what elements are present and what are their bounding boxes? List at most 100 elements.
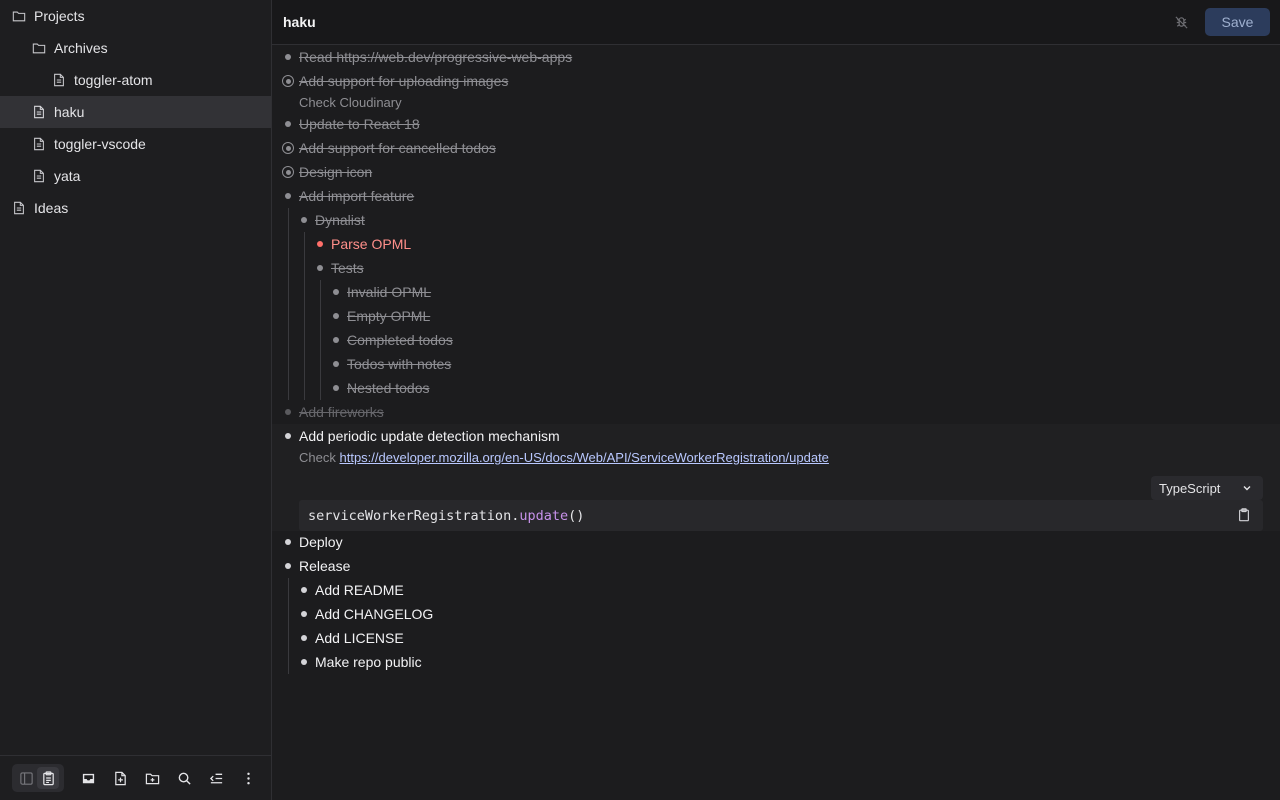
outdent-list-icon[interactable] <box>200 762 232 794</box>
tree-item-archives[interactable]: Archives <box>0 32 271 64</box>
todo-note: Check https://developer.mozilla.org/en-U… <box>299 450 829 465</box>
save-button[interactable]: Save <box>1205 8 1270 36</box>
todo-text: Add README <box>315 582 404 598</box>
file-tree: Projects Archives toggler-atom haku togg… <box>0 0 271 224</box>
todo-text: Read https://web.dev/progressive-web-app… <box>299 49 573 65</box>
todo-item[interactable]: Add support for uploading images <box>272 69 1280 93</box>
todo-item[interactable]: Read https://web.dev/progressive-web-app… <box>272 45 1280 69</box>
todo-text: Add CHANGELOG <box>315 606 434 622</box>
todo-item[interactable]: Nested todos <box>272 376 1280 400</box>
bullet-icon <box>301 217 307 223</box>
todo-text: Make repo public <box>315 654 422 670</box>
search-icon[interactable] <box>168 762 200 794</box>
tree-item-label: Projects <box>34 8 85 24</box>
todo-item[interactable]: Deploy <box>272 530 1280 554</box>
document-icon <box>32 137 46 151</box>
bullet-icon <box>285 539 291 545</box>
todo-item[interactable]: Add support for cancelled todos <box>272 136 1280 160</box>
more-vertical-icon[interactable] <box>232 762 264 794</box>
chevron-down-icon <box>1243 486 1251 491</box>
bullet-icon <box>285 54 291 60</box>
todo-text: Add import feature <box>299 188 415 204</box>
sidebar: Projects Archives toggler-atom haku togg… <box>0 0 272 800</box>
bullet-icon <box>333 313 339 319</box>
todo-item[interactable]: Update to React 18 <box>272 112 1280 136</box>
bullet-icon <box>333 385 339 391</box>
note-prefix: Check <box>299 450 336 465</box>
bullet-icon <box>285 563 291 569</box>
app-window: Projects Archives toggler-atom haku togg… <box>0 0 1280 800</box>
tree-item-label: haku <box>54 104 85 120</box>
bullet-icon <box>285 433 291 439</box>
editor-pane: haku Save Read https://web.dev/progressi… <box>272 0 1280 800</box>
new-folder-icon[interactable] <box>136 762 168 794</box>
todo-text: Release <box>299 558 351 574</box>
language-select[interactable]: TypeScript <box>1151 476 1263 500</box>
editor-header: haku Save <box>272 0 1280 45</box>
tree-item-toggler-atom[interactable]: toggler-atom <box>0 64 271 96</box>
bullet-icon <box>333 337 339 343</box>
bullet-icon <box>317 265 323 271</box>
bullet-icon <box>301 587 307 593</box>
tree-item-label: toggler-atom <box>74 72 153 88</box>
todo-item[interactable]: Release <box>272 554 1280 578</box>
sidebar-panel-icon[interactable] <box>15 767 37 789</box>
bullet-icon <box>301 659 307 665</box>
language-label: TypeScript <box>1159 480 1221 496</box>
tree-item-label: Archives <box>54 40 108 56</box>
tree-item-haku[interactable]: haku <box>0 96 271 128</box>
document-icon <box>32 169 46 183</box>
document-icon <box>52 73 66 87</box>
bullet-icon <box>285 121 291 127</box>
todo-text: Add support for cancelled todos <box>299 140 496 156</box>
todo-text: Add fireworks <box>299 404 384 420</box>
todo-item[interactable]: Completed todos <box>272 328 1280 352</box>
bullet-icon <box>333 361 339 367</box>
todo-text: Nested todos <box>347 380 430 396</box>
view-toggle <box>12 764 64 792</box>
page-title: haku <box>283 14 316 30</box>
tree-item-toggler-vscode[interactable]: toggler-vscode <box>0 128 271 160</box>
todo-text: Design icon <box>299 164 373 180</box>
tree-item-label: Ideas <box>34 200 69 216</box>
tree-item-ideas[interactable]: Ideas <box>0 192 271 224</box>
bullet-icon <box>285 409 291 415</box>
clipboard-icon[interactable] <box>1237 508 1251 522</box>
todo-item[interactable]: Empty OPML <box>272 304 1280 328</box>
todo-item[interactable]: Dynalist <box>272 208 1280 232</box>
todo-item[interactable]: Tests <box>272 256 1280 280</box>
todo-item[interactable]: Add fireworks <box>272 400 1280 424</box>
todo-item[interactable]: Todos with notes <box>272 352 1280 376</box>
bullet-icon <box>301 635 307 641</box>
tree-item-projects[interactable]: Projects <box>0 0 271 32</box>
new-file-icon[interactable] <box>104 762 136 794</box>
bullet-icon <box>301 611 307 617</box>
todo-item[interactable]: Design icon <box>272 160 1280 184</box>
cancelled-marker-icon <box>282 166 294 178</box>
tree-item-yata[interactable]: yata <box>0 160 271 192</box>
todo-item[interactable]: Add import feature <box>272 184 1280 208</box>
todo-text: Add support for uploading images <box>299 73 509 89</box>
todo-item[interactable]: Add LICENSE <box>272 626 1280 650</box>
todo-item[interactable]: Add CHANGELOG <box>272 602 1280 626</box>
todo-item[interactable]: Invalid OPML <box>272 280 1280 304</box>
todo-item[interactable]: Add README <box>272 578 1280 602</box>
folder-icon <box>12 9 26 23</box>
note-link[interactable]: https://developer.mozilla.org/en-US/docs… <box>339 450 828 465</box>
todo-item-focused[interactable]: Add periodic update detection mechanism <box>272 424 1280 448</box>
todo-note: Check Cloudinary <box>299 95 402 110</box>
bullet-icon <box>285 193 291 199</box>
folder-icon <box>32 41 46 55</box>
bug-off-icon[interactable] <box>1169 10 1193 34</box>
cancelled-marker-icon <box>282 142 294 154</box>
code-block[interactable]: serviceWorkerRegistration. update() <box>299 500 1263 531</box>
todo-item[interactable]: Parse OPML <box>272 232 1280 256</box>
todo-text: Invalid OPML <box>347 284 432 300</box>
inbox-icon[interactable] <box>72 762 104 794</box>
bullet-icon <box>333 289 339 295</box>
todo-text: Tests <box>331 260 364 276</box>
todo-text: Add periodic update detection mechanism <box>299 428 560 444</box>
todo-text: Add LICENSE <box>315 630 404 646</box>
todo-clipboard-icon[interactable] <box>37 767 59 789</box>
todo-item[interactable]: Make repo public <box>272 650 1280 674</box>
